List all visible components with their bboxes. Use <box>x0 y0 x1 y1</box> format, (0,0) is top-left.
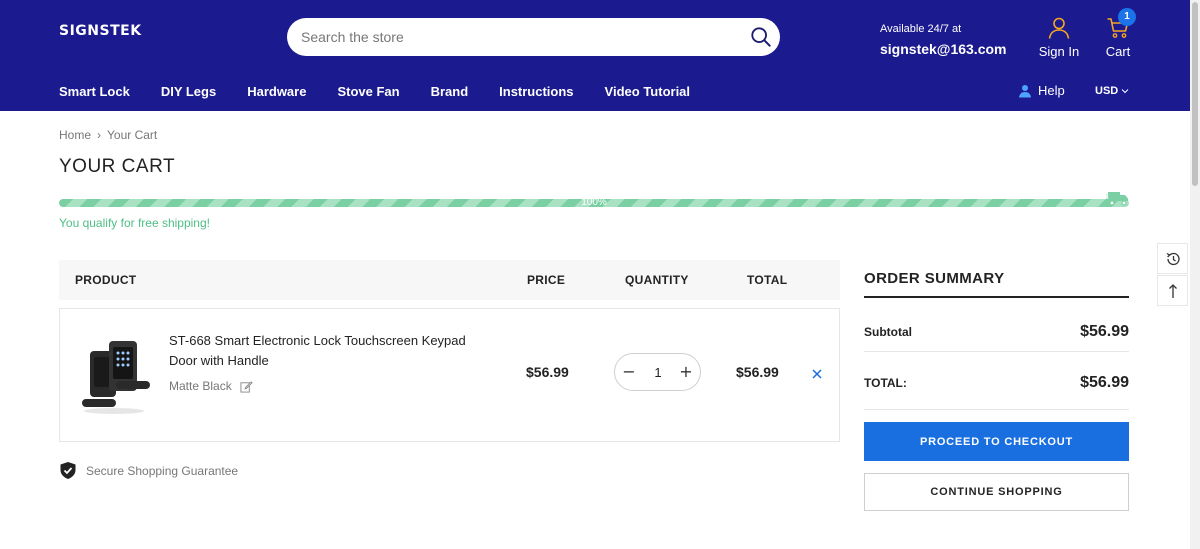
help-user-icon <box>1019 84 1031 97</box>
item-price: $56.99 <box>526 364 569 380</box>
breadcrumb: Home › Your Cart <box>59 128 157 142</box>
product-image[interactable] <box>78 337 152 415</box>
support-availability: Available 24/7 at <box>880 23 962 35</box>
sign-in-link[interactable]: Sign In <box>1037 16 1081 59</box>
shield-check-icon <box>60 462 76 479</box>
nav-item-stove-fan[interactable]: Stove Fan <box>337 84 399 99</box>
cart-count-badge: 1 <box>1118 8 1136 26</box>
cart-item-row: ST-668 Smart Electronic Lock Touchscreen… <box>59 308 840 442</box>
item-total: $56.99 <box>736 364 779 380</box>
header-price: PRICE <box>527 273 566 287</box>
truck-icon <box>1106 192 1128 206</box>
subtotal-label: Subtotal <box>864 325 912 339</box>
user-icon <box>1048 17 1070 39</box>
history-icon <box>1166 252 1180 265</box>
page-title: YOUR CART <box>59 156 176 177</box>
page-scrollbar[interactable] <box>1190 0 1200 549</box>
help-label: Help <box>1038 83 1065 98</box>
cart-link[interactable]: 1 Cart <box>1100 8 1136 59</box>
total-value: $56.99 <box>1080 374 1129 391</box>
variant-label: Matte Black <box>169 379 232 393</box>
nav-item-diy-legs[interactable]: DIY Legs <box>161 84 216 99</box>
nav-item-instructions[interactable]: Instructions <box>499 84 573 99</box>
search-bar <box>287 18 780 56</box>
chevron-down-icon <box>1121 89 1129 94</box>
sign-in-label: Sign In <box>1038 44 1080 59</box>
free-shipping-message: You qualify for free shipping! <box>59 216 210 230</box>
progress-label: 100% <box>581 197 607 208</box>
breadcrumb-separator: › <box>97 128 102 142</box>
quantity-decrease-button[interactable]: − <box>619 362 639 382</box>
breadcrumb-home[interactable]: Home <box>59 128 91 142</box>
secure-guarantee: Secure Shopping Guarantee <box>59 461 238 480</box>
total-label: TOTAL: <box>864 376 907 390</box>
close-icon[interactable] <box>810 367 824 381</box>
nav-item-video-tutorial[interactable]: Video Tutorial <box>605 84 690 99</box>
cart-label: Cart <box>1105 44 1131 59</box>
site-header: SIGNSTEK Available 24/7 at signstek@163.… <box>0 0 1200 111</box>
cart-table-header: PRODUCT PRICE QUANTITY TOTAL <box>59 260 840 300</box>
breadcrumb-current: Your Cart <box>107 128 158 142</box>
quantity-increase-button[interactable]: + <box>676 362 696 382</box>
order-summary-title: ORDER SUMMARY <box>864 270 1005 287</box>
edit-icon[interactable] <box>240 380 253 393</box>
subtotal-row: Subtotal $56.99 <box>864 320 1129 344</box>
nav-item-hardware[interactable]: Hardware <box>247 84 306 99</box>
site-logo[interactable]: SIGNSTEK <box>59 23 142 39</box>
product-title[interactable]: ST-668 Smart Electronic Lock Touchscreen… <box>169 331 489 371</box>
quantity-input[interactable] <box>643 354 673 390</box>
support-email[interactable]: signstek@163.com <box>880 41 1007 57</box>
help-link[interactable]: Help <box>1018 83 1065 98</box>
recently-viewed-button[interactable] <box>1157 243 1188 274</box>
continue-shopping-button[interactable]: CONTINUE SHOPPING <box>864 473 1129 511</box>
header-product: PRODUCT <box>75 273 137 287</box>
summary-row-divider <box>864 351 1129 352</box>
subtotal-value: $56.99 <box>1080 323 1129 340</box>
nav-item-smart-lock[interactable]: Smart Lock <box>59 84 130 99</box>
currency-selector[interactable]: USD <box>1095 85 1129 97</box>
back-to-top-button[interactable] <box>1157 275 1188 306</box>
search-icon[interactable] <box>750 26 772 48</box>
proceed-to-checkout-button[interactable]: PROCEED TO CHECKOUT <box>864 422 1129 461</box>
search-input[interactable] <box>301 18 731 56</box>
total-row: TOTAL: $56.99 <box>864 371 1129 395</box>
secure-text: Secure Shopping Guarantee <box>86 463 239 478</box>
arrow-up-icon <box>1168 283 1177 298</box>
header-quantity: QUANTITY <box>625 273 689 287</box>
header-total: TOTAL <box>747 273 788 287</box>
nav-item-brand[interactable]: Brand <box>431 84 469 99</box>
product-variant: Matte Black <box>169 379 253 393</box>
scrollbar-thumb[interactable] <box>1192 2 1198 186</box>
support-info: Available 24/7 at signstek@163.com <box>880 23 1007 57</box>
summary-divider <box>864 296 1129 298</box>
summary-row-divider <box>864 409 1129 410</box>
currency-label: USD <box>1095 85 1119 97</box>
quantity-stepper: − + <box>614 353 701 391</box>
main-nav: Smart Lock DIY Legs Hardware Stove Fan B… <box>59 84 721 99</box>
